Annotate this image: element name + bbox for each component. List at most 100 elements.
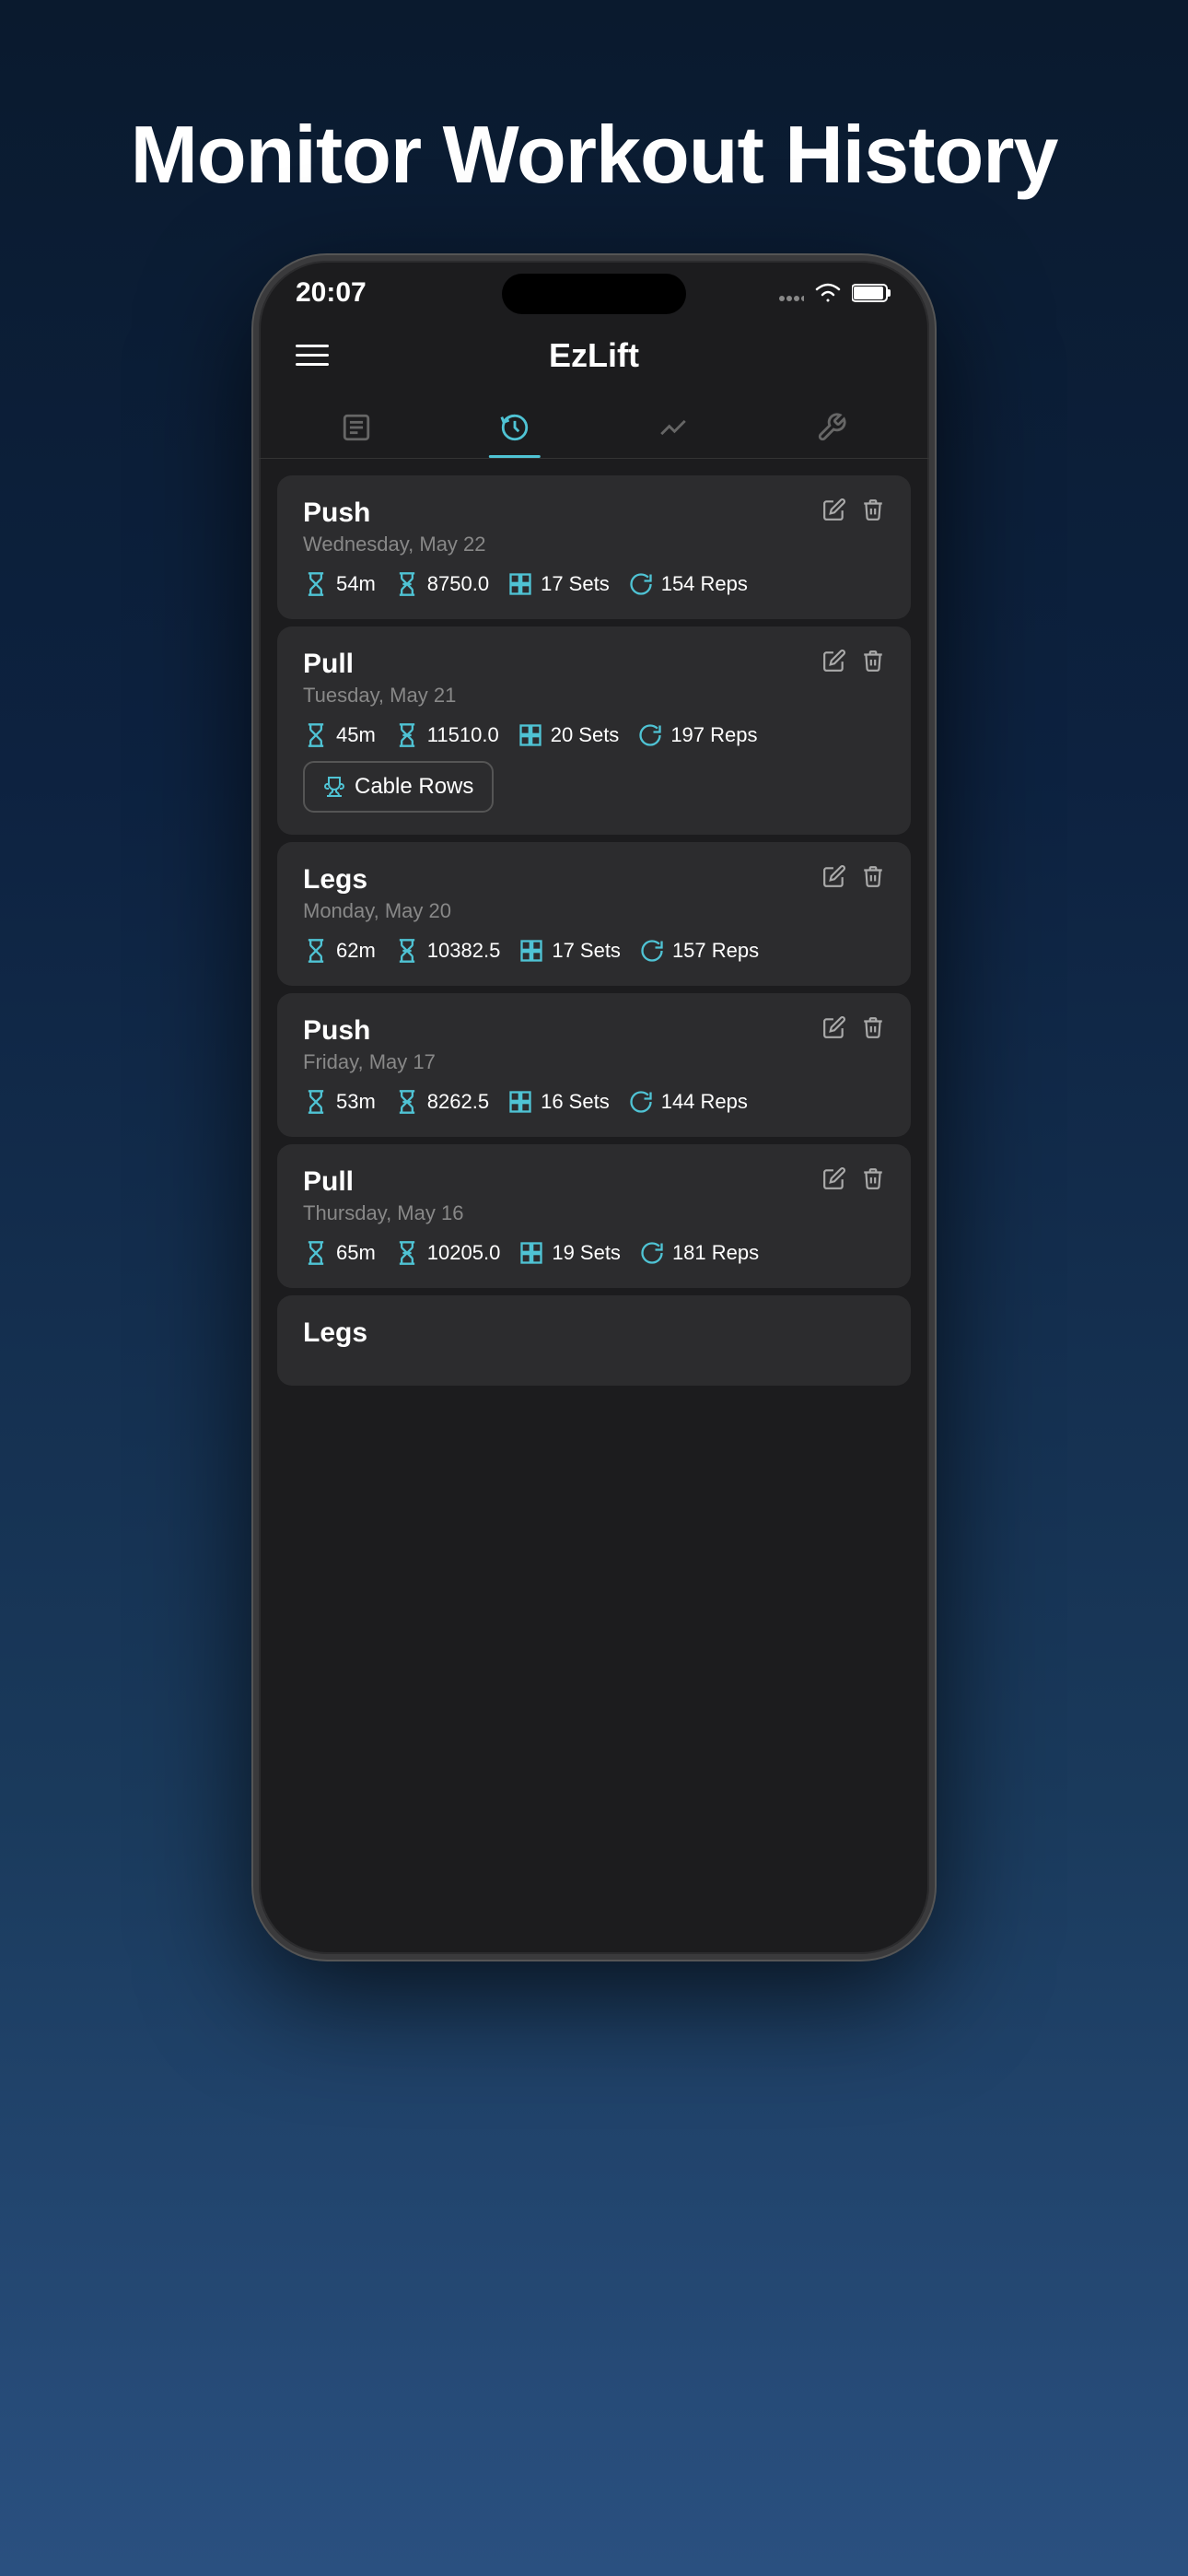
tab-progress[interactable] [630, 403, 716, 458]
volume-icon [394, 1089, 420, 1115]
trophy-icon [323, 776, 345, 798]
stat-sets-2: 20 Sets [518, 722, 620, 748]
app-name: EzLift [549, 336, 639, 375]
hourglass-icon [303, 1089, 329, 1115]
history-icon [499, 412, 530, 443]
tab-history[interactable] [472, 403, 558, 458]
workout-card-1-actions [822, 498, 885, 528]
reps-icon [639, 1240, 665, 1266]
dynamic-island [502, 274, 686, 314]
cable-rows-badge-button[interactable]: Cable Rows [303, 761, 494, 813]
delete-icon [861, 498, 885, 521]
tab-bar [259, 393, 929, 459]
workout-card-3-header: Legs Monday, May 20 [303, 864, 885, 923]
reps-icon [628, 1089, 654, 1115]
workout-card-1-header: Push Wednesday, May 22 [303, 498, 885, 556]
workout-card-5-name: Pull [303, 1166, 463, 1198]
delete-workout-2-button[interactable] [861, 649, 885, 679]
hourglass-icon [303, 938, 329, 964]
sets-icon [518, 722, 543, 748]
stat-duration-2: 45m [303, 722, 376, 748]
hourglass-icon [303, 571, 329, 597]
delete-workout-1-button[interactable] [861, 498, 885, 528]
workout-card-1-name: Push [303, 498, 486, 529]
sets-icon [507, 571, 533, 597]
stat-sets-1: 17 Sets [507, 571, 610, 597]
edit-workout-3-button[interactable] [822, 864, 846, 895]
status-time: 20:07 [296, 277, 367, 309]
edit-workout-1-button[interactable] [822, 498, 846, 528]
workout-card-4-name: Push [303, 1015, 436, 1047]
workout-card-4: Push Friday, May 17 [277, 993, 911, 1137]
workout-card-5-actions [822, 1166, 885, 1197]
app-header: EzLift [259, 318, 929, 393]
workout-card-5-date: Thursday, May 16 [303, 1201, 463, 1225]
volume-icon [394, 1240, 420, 1266]
tab-log[interactable] [313, 403, 400, 458]
stat-volume-4: 8262.5 [394, 1089, 489, 1115]
workout-card-1-stats: 54m 8750.0 [303, 571, 885, 597]
reps-icon [637, 722, 663, 748]
workout-card-3-name: Legs [303, 864, 451, 896]
stat-duration-3: 62m [303, 938, 376, 964]
stat-volume-1: 8750.0 [394, 571, 489, 597]
log-icon [341, 412, 372, 443]
workout-card-4-actions [822, 1015, 885, 1046]
workout-card-2-name: Pull [303, 649, 456, 680]
volume-icon [394, 722, 420, 748]
edit-workout-2-button[interactable] [822, 649, 846, 679]
delete-workout-4-button[interactable] [861, 1015, 885, 1046]
phone-frame: 20:07 [253, 255, 935, 1960]
stat-duration-4: 53m [303, 1089, 376, 1115]
edit-workout-4-button[interactable] [822, 1015, 846, 1046]
tab-tools[interactable] [788, 403, 875, 458]
delete-icon [861, 1015, 885, 1039]
workout-card-2-actions [822, 649, 885, 679]
workout-card-1: Push Wednesday, May 22 [277, 475, 911, 619]
hourglass-icon [303, 1240, 329, 1266]
stat-duration-5: 65m [303, 1240, 376, 1266]
edit-icon [822, 1015, 846, 1039]
workout-card-1-date: Wednesday, May 22 [303, 533, 486, 556]
workout-card-2: Pull Tuesday, May 21 [277, 626, 911, 835]
workout-card-4-header: Push Friday, May 17 [303, 1015, 885, 1074]
workout-card-5-stats: 65m 10205.0 [303, 1240, 885, 1266]
workout-card-2-date: Tuesday, May 21 [303, 684, 456, 708]
stat-reps-4: 144 Reps [628, 1089, 748, 1115]
cable-rows-label: Cable Rows [355, 774, 473, 800]
workout-card-2-stats: 45m 11510.0 [303, 722, 885, 748]
workout-card-3-info: Legs Monday, May 20 [303, 864, 451, 923]
edit-icon [822, 864, 846, 888]
workout-card-2-info: Pull Tuesday, May 21 [303, 649, 456, 708]
stat-sets-5: 19 Sets [518, 1240, 621, 1266]
workout-card-5: Pull Thursday, May 16 [277, 1144, 911, 1288]
delete-icon [861, 1166, 885, 1190]
stat-reps-3: 157 Reps [639, 938, 759, 964]
workout-list: Push Wednesday, May 22 [259, 459, 929, 1395]
edit-workout-5-button[interactable] [822, 1166, 846, 1197]
wifi-icon [813, 282, 843, 304]
workout-card-4-date: Friday, May 17 [303, 1050, 436, 1074]
delete-workout-3-button[interactable] [861, 864, 885, 895]
delete-icon [861, 864, 885, 888]
stat-reps-2: 197 Reps [637, 722, 757, 748]
menu-button[interactable] [296, 345, 329, 366]
workout-card-1-info: Push Wednesday, May 22 [303, 498, 486, 556]
stat-reps-1: 154 Reps [628, 571, 748, 597]
delete-workout-5-button[interactable] [861, 1166, 885, 1197]
workout-card-3-stats: 62m 10382.5 [303, 938, 885, 964]
workout-card-6-header: Legs [303, 1317, 885, 1349]
progress-icon [658, 412, 689, 443]
workout-card-5-info: Pull Thursday, May 16 [303, 1166, 463, 1225]
stat-reps-5: 181 Reps [639, 1240, 759, 1266]
edit-icon [822, 1166, 846, 1190]
page-title-area: Monitor Workout History [57, 0, 1132, 255]
signal-icon [778, 284, 804, 302]
status-icons [778, 282, 892, 304]
workout-card-6-info: Legs [303, 1317, 367, 1349]
workout-card-4-info: Push Friday, May 17 [303, 1015, 436, 1074]
stat-duration-1: 54m [303, 571, 376, 597]
stat-volume-5: 10205.0 [394, 1240, 501, 1266]
reps-icon [639, 938, 665, 964]
stat-volume-3: 10382.5 [394, 938, 501, 964]
